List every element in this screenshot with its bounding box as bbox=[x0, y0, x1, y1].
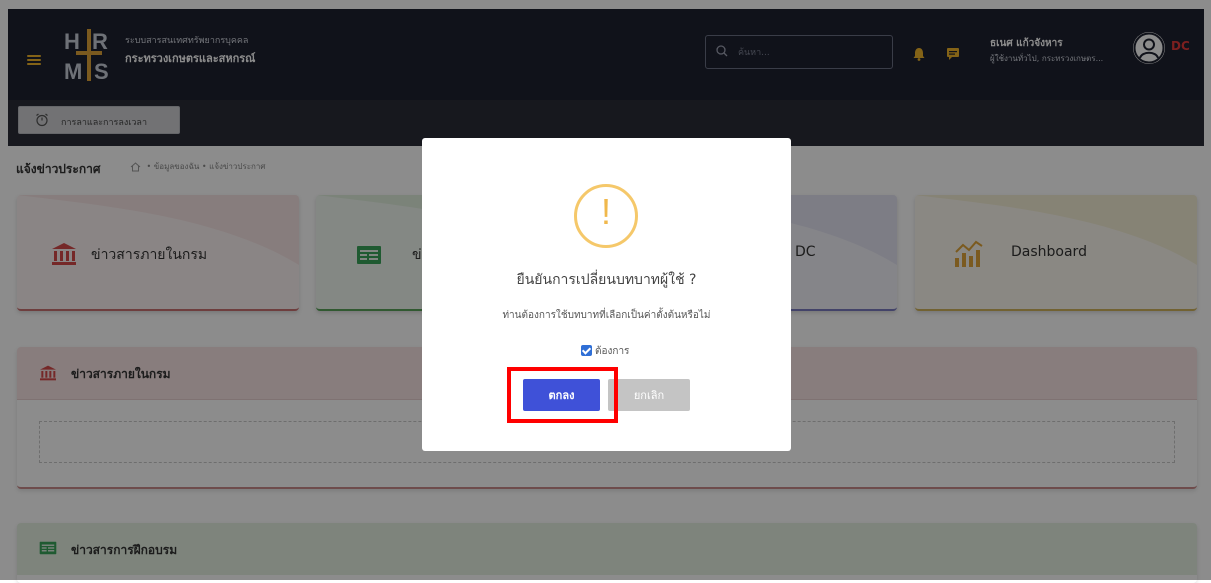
checkbox-checked-icon[interactable] bbox=[581, 345, 592, 356]
dialog-message: ท่านต้องการใช้บทบาทที่เลือกเป็นค่าตั้งต้… bbox=[502, 310, 711, 321]
dialog-title: ยืนยันการเปลี่ยนบทบาทผู้ใช้ ? bbox=[516, 272, 697, 288]
cancel-button[interactable]: ยกเลิก bbox=[608, 379, 690, 411]
default-role-checkbox[interactable]: ต้องการ bbox=[581, 344, 629, 359]
warning-icon: ! bbox=[574, 184, 638, 248]
ok-button-highlight bbox=[507, 367, 618, 423]
checkbox-label: ต้องการ bbox=[595, 346, 630, 357]
